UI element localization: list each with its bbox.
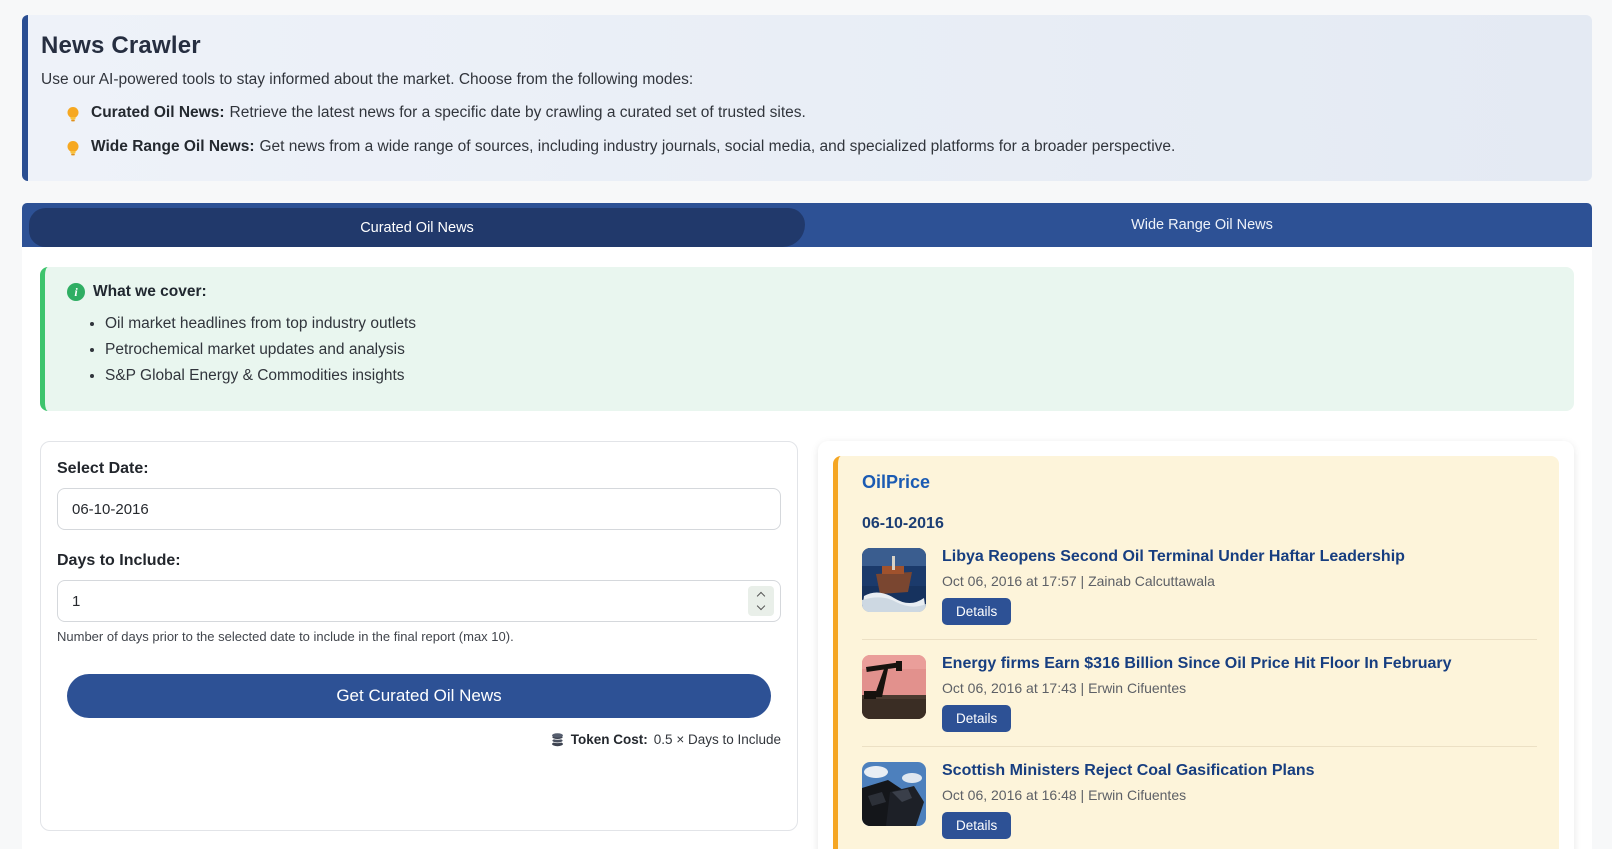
coverage-heading: What we cover: xyxy=(93,283,207,301)
chevron-down-icon[interactable] xyxy=(757,602,765,610)
article-body: Scottish Ministers Reject Coal Gasificat… xyxy=(942,762,1315,839)
article-body: Energy firms Earn $316 Billion Since Oil… xyxy=(942,655,1451,732)
article-thumbnail-coal-machinery xyxy=(862,762,926,826)
details-button[interactable]: Details xyxy=(942,598,1011,625)
header-intro: Use our AI-powered tools to stay informe… xyxy=(41,71,1562,89)
days-to-include-label: Days to Include: xyxy=(57,552,781,570)
coverage-list: Oil market headlines from top industry o… xyxy=(105,315,1552,385)
article-row: Energy firms Earn $316 Billion Since Oil… xyxy=(862,640,1537,747)
get-curated-oil-news-button[interactable]: Get Curated Oil News xyxy=(67,674,771,718)
tab-bar: Curated Oil News Wide Range Oil News xyxy=(22,203,1592,247)
article-title: Scottish Ministers Reject Coal Gasificat… xyxy=(942,762,1315,780)
mode-text: Retrieve the latest news for a specific … xyxy=(230,104,806,122)
tab-content-panel: i What we cover: Oil market headlines fr… xyxy=(22,247,1592,849)
days-to-include-input[interactable] xyxy=(57,580,781,622)
mode-label: Wide Range Oil News: xyxy=(91,138,255,156)
select-date-label: Select Date: xyxy=(57,460,781,478)
news-source-name: OilPrice xyxy=(862,472,1537,493)
article-meta: Oct 06, 2016 at 16:48 | Erwin Cifuentes xyxy=(942,787,1315,803)
days-help-text: Number of days prior to the selected dat… xyxy=(57,629,781,644)
news-date: 06-10-2016 xyxy=(862,515,1537,533)
article-thumbnail-oil-pumpjack xyxy=(862,655,926,719)
article-row: Libya Reopens Second Oil Terminal Under … xyxy=(862,533,1537,640)
tab-wide-range-oil-news[interactable]: Wide Range Oil News xyxy=(812,203,1592,247)
token-cost-value: 0.5 × Days to Include xyxy=(654,732,781,747)
article-row: Scottish Ministers Reject Coal Gasificat… xyxy=(862,747,1537,849)
mode-item-curated: Curated Oil News: Retrieve the latest ne… xyxy=(64,104,1562,123)
news-results-column: OilPrice 06-10-2016 xyxy=(818,441,1574,849)
article-meta: Oct 06, 2016 at 17:43 | Erwin Cifuentes xyxy=(942,680,1451,696)
coverage-item: Petrochemical market updates and analysi… xyxy=(105,341,1552,359)
article-title: Energy firms Earn $316 Billion Since Oil… xyxy=(942,655,1451,673)
coverage-item: S&P Global Energy & Commodities insights xyxy=(105,367,1552,385)
coverage-item: Oil market headlines from top industry o… xyxy=(105,315,1552,333)
chevron-up-icon[interactable] xyxy=(757,592,765,600)
tab-curated-oil-news[interactable]: Curated Oil News xyxy=(29,208,805,247)
tab-label: Curated Oil News xyxy=(360,220,474,236)
oilprice-source-box: OilPrice 06-10-2016 xyxy=(833,456,1559,849)
mode-text: Get news from a wide range of sources, i… xyxy=(260,138,1176,156)
date-input[interactable] xyxy=(57,488,781,530)
info-icon: i xyxy=(67,283,85,301)
number-stepper[interactable] xyxy=(748,586,774,616)
news-results-card: OilPrice 06-10-2016 xyxy=(818,441,1574,849)
lightbulb-icon xyxy=(64,139,82,157)
token-cost-label: Token Cost: xyxy=(571,732,648,747)
news-crawler-header: News Crawler Use our AI-powered tools to… xyxy=(22,15,1592,181)
curated-news-form: Select Date: Days to Include: Number of … xyxy=(40,441,798,831)
article-thumbnail-cargo-ship xyxy=(862,548,926,612)
page-title: News Crawler xyxy=(41,32,1562,60)
lightbulb-icon xyxy=(64,105,82,123)
article-title: Libya Reopens Second Oil Terminal Under … xyxy=(942,548,1405,566)
coins-icon xyxy=(550,732,565,747)
what-we-cover-box: i What we cover: Oil market headlines fr… xyxy=(40,267,1574,411)
tab-label: Wide Range Oil News xyxy=(1131,217,1273,233)
mode-label: Curated Oil News: xyxy=(91,104,225,122)
token-cost-row: Token Cost: 0.5 × Days to Include xyxy=(57,732,781,747)
article-body: Libya Reopens Second Oil Terminal Under … xyxy=(942,548,1405,625)
mode-item-wide-range: Wide Range Oil News: Get news from a wid… xyxy=(64,138,1562,157)
page: News Crawler Use our AI-powered tools to… xyxy=(0,0,1612,849)
details-button[interactable]: Details xyxy=(942,705,1011,732)
article-meta: Oct 06, 2016 at 17:57 | Zainab Calcuttaw… xyxy=(942,573,1405,589)
details-button[interactable]: Details xyxy=(942,812,1011,839)
